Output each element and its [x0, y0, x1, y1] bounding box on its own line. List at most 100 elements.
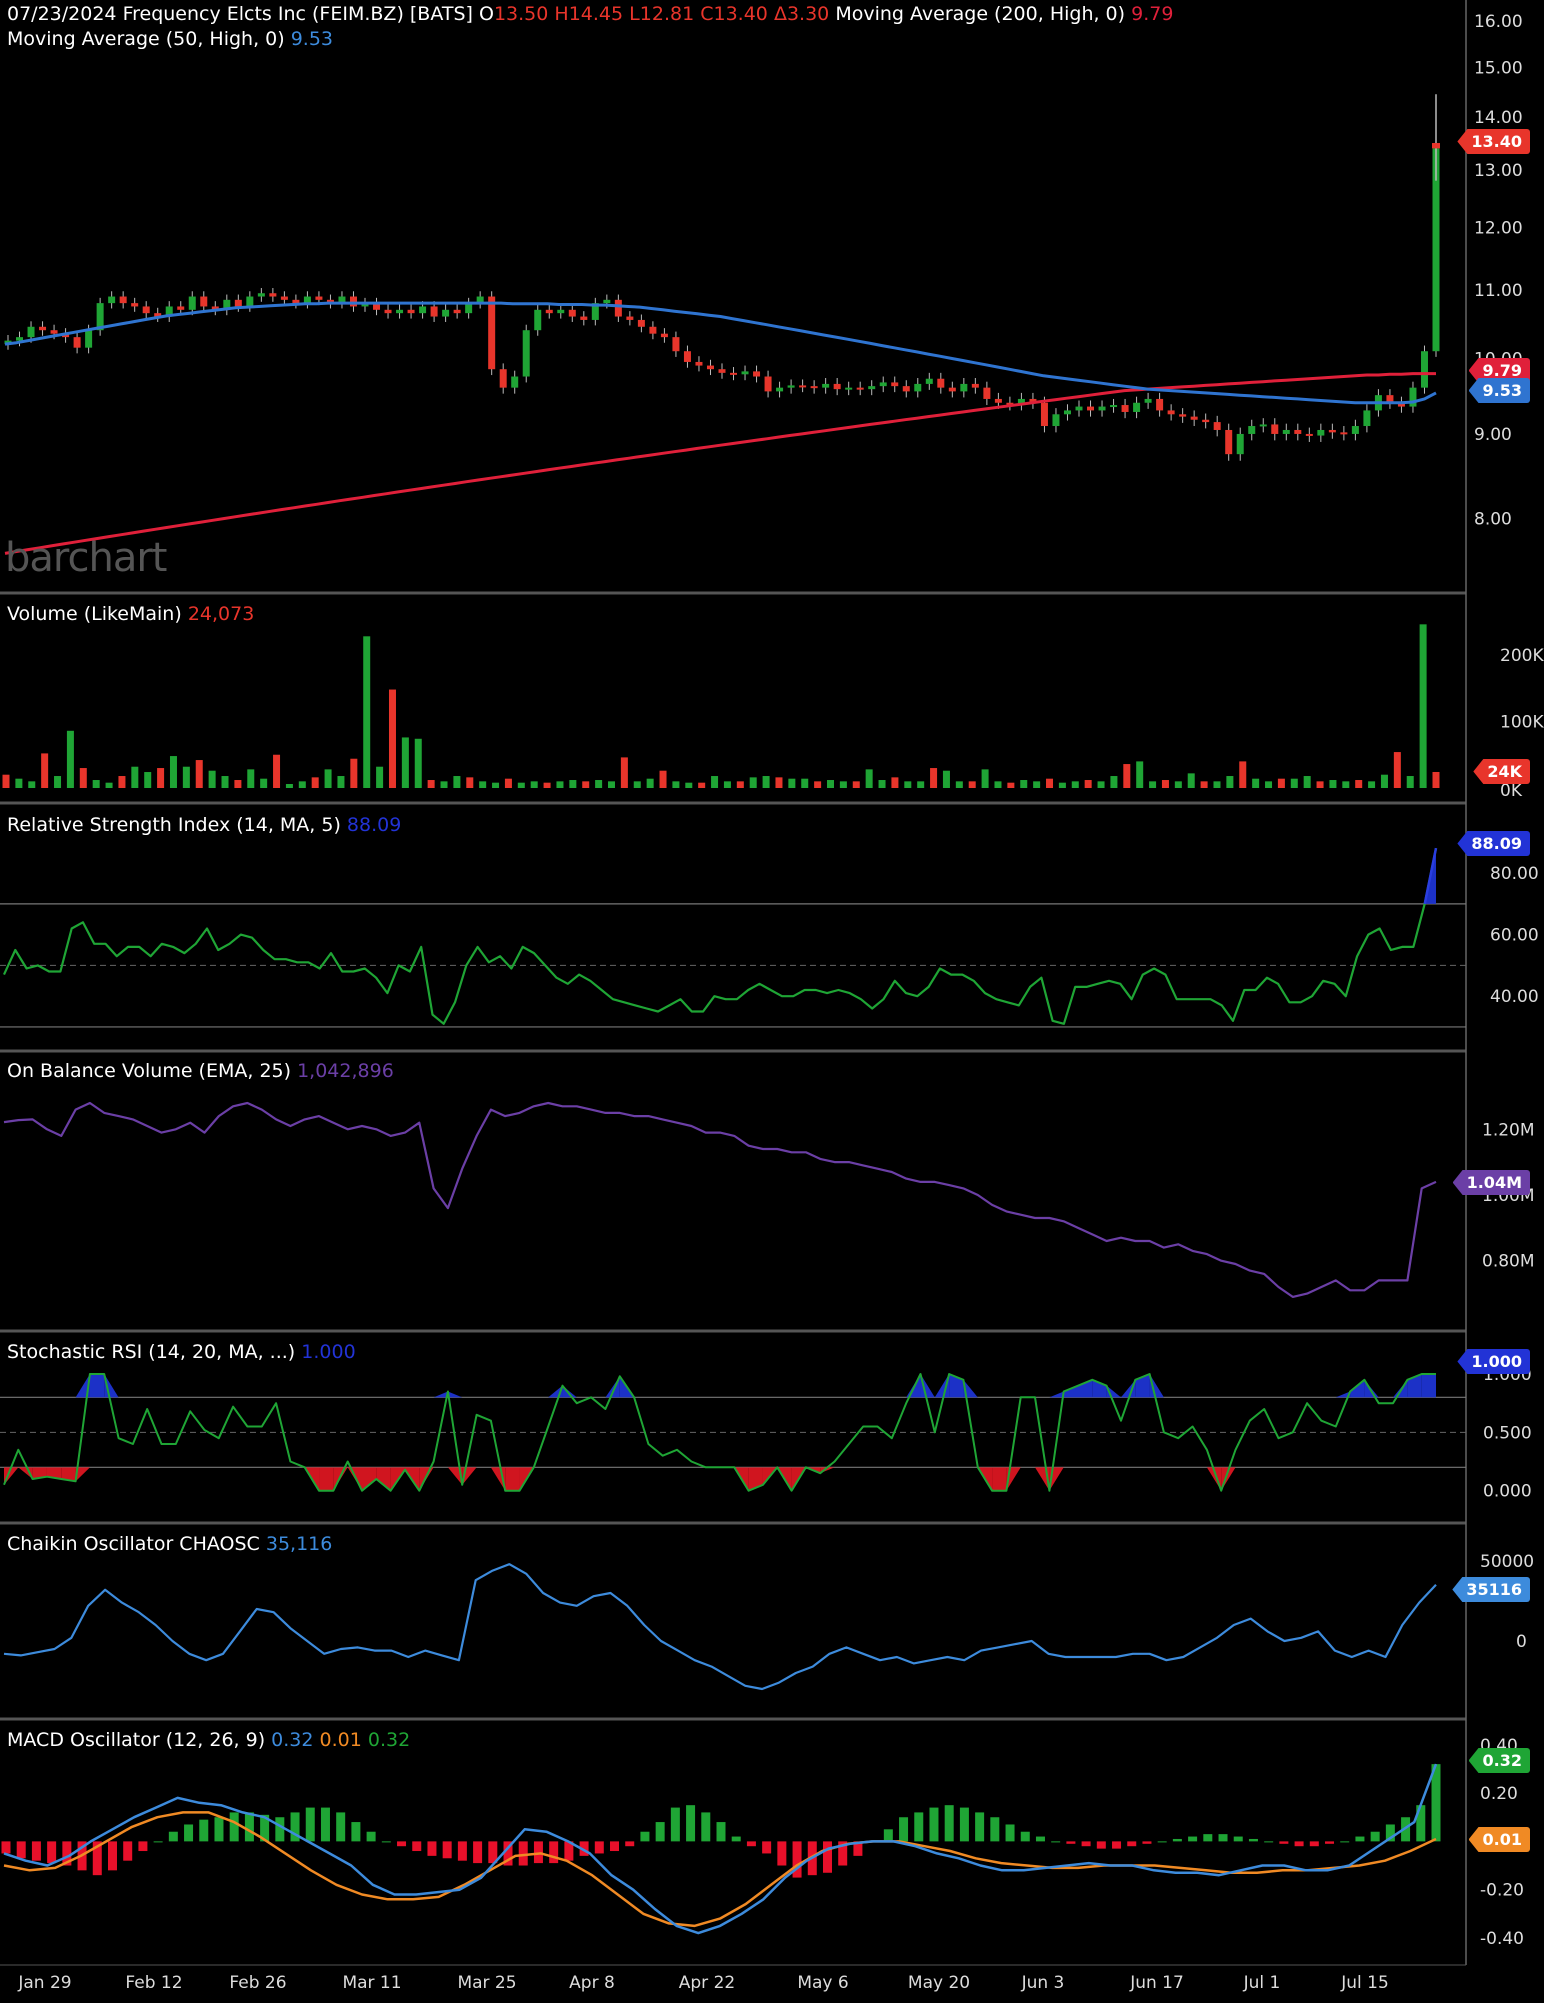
- chaikin-tag: 35116: [1452, 1577, 1530, 1602]
- candle-body: [741, 371, 749, 375]
- candle-body: [706, 365, 714, 370]
- volume-bar: [453, 776, 461, 788]
- volume-bar: [28, 781, 36, 788]
- volume-bar: [788, 778, 796, 788]
- candle-body: [649, 326, 657, 334]
- date-axis-tick: May 6: [797, 1973, 848, 1993]
- price-axis-tick: 15.00: [1474, 58, 1523, 78]
- volume-bar: [517, 782, 525, 788]
- volume-bar: [827, 780, 835, 788]
- volume-bar: [1200, 781, 1208, 788]
- candle-body: [1202, 419, 1210, 423]
- chaikin-header: Chaikin Oscillator CHAOSC 35,116: [7, 1532, 332, 1556]
- candle-body: [234, 299, 242, 307]
- candle-body: [1259, 424, 1267, 427]
- volume-bar: [749, 777, 757, 788]
- candle-body: [1156, 398, 1164, 411]
- candle-body: [488, 296, 496, 370]
- macd-histogram-bar: [640, 1831, 650, 1842]
- stochrsi-label: Stochastic RSI (14, 20, MA, ...): [7, 1341, 296, 1363]
- macd-header: MACD Oscillator (12, 26, 9) 0.32 0.01 0.…: [7, 1728, 410, 1752]
- volume-bar: [118, 776, 126, 788]
- obv-tag: 1.04M: [1452, 1170, 1530, 1195]
- macd-histogram-bar: [746, 1841, 756, 1847]
- volume-bar: [2, 774, 10, 788]
- volume-bar: [736, 781, 744, 788]
- candle-body: [683, 351, 691, 362]
- volume-bar: [298, 781, 306, 788]
- candle-body: [511, 376, 519, 388]
- volume-bar: [479, 781, 487, 788]
- macd-histogram-bar: [899, 1817, 909, 1842]
- volume-bar: [247, 769, 255, 788]
- macd-histogram-bar: [929, 1807, 939, 1842]
- candle-body: [1133, 402, 1141, 412]
- candle-body: [879, 382, 887, 387]
- volume-bar: [878, 780, 886, 788]
- macd-histogram-bar: [549, 1841, 559, 1864]
- candle-body: [534, 309, 542, 331]
- volume-bar: [1213, 781, 1221, 788]
- volume-bar: [1110, 776, 1118, 788]
- price-header: 07/23/2024 Frequency Elcts Inc (FEIM.BZ)…: [7, 2, 1173, 26]
- macd-histogram-bar: [1127, 1841, 1137, 1847]
- obv-header: On Balance Volume (EMA, 25) 1,042,896: [7, 1059, 394, 1083]
- volume-bar: [1277, 778, 1285, 788]
- macd-histogram-bar: [959, 1807, 969, 1842]
- volume-bar: [234, 780, 242, 788]
- date-axis-tick: May 20: [908, 1973, 970, 1993]
- volume-bar: [1265, 781, 1273, 788]
- volume-bar: [66, 730, 74, 788]
- volume-bar: [1406, 776, 1414, 788]
- macd-signal-tag: 0.01: [1468, 1827, 1530, 1852]
- price-axis-tick: 14.00: [1474, 108, 1523, 128]
- candle-body: [672, 337, 680, 352]
- macd-histogram-bar: [701, 1812, 711, 1842]
- barchart-watermark: barchart: [5, 535, 167, 581]
- macd-histogram-bar: [168, 1831, 178, 1842]
- macd-histogram-bar: [1066, 1841, 1076, 1844]
- macd-histogram-bar: [1203, 1834, 1213, 1842]
- candle-body: [626, 316, 634, 320]
- volume-bar: [1368, 781, 1376, 788]
- rsi-line: [3, 847, 1438, 1025]
- candle-body: [85, 330, 93, 348]
- open-label: O: [479, 3, 494, 25]
- candle-body: [856, 387, 864, 390]
- candle-body: [442, 309, 450, 317]
- macd-histogram-bar: [336, 1812, 346, 1842]
- macd-histogram-value: 0.32: [367, 1729, 411, 1751]
- candle-body: [73, 337, 81, 348]
- ma200-value: 9.79: [1131, 3, 1174, 25]
- stochrsi-axis-tick: 0.500: [1483, 1423, 1532, 1443]
- candle-body: [1225, 429, 1233, 455]
- macd-histogram-bar: [1051, 1841, 1061, 1843]
- date-axis-tick: Feb 26: [229, 1973, 286, 1993]
- candle-body: [983, 387, 991, 399]
- volume-bar: [646, 778, 654, 788]
- volume-bar: [1316, 781, 1324, 788]
- volume-axis-tick: 100K: [1500, 712, 1544, 732]
- volume-bar: [1058, 782, 1066, 788]
- volume-bar: [1355, 780, 1363, 788]
- volume-bar: [1161, 780, 1169, 788]
- candle-body: [695, 361, 703, 366]
- macd-histogram-bar: [16, 1841, 26, 1859]
- candle-body: [453, 309, 461, 314]
- macd-tag: 0.32: [1468, 1748, 1530, 1773]
- candle-body: [787, 385, 795, 388]
- rsi-axis-tick: 40.00: [1490, 987, 1539, 1007]
- high-label: H: [554, 3, 569, 25]
- macd-histogram-bar: [883, 1829, 893, 1842]
- candle-body: [396, 309, 404, 314]
- candle-body: [776, 387, 784, 392]
- macd-histogram-bar: [138, 1841, 148, 1852]
- macd-axis-tick: 0.20: [1480, 1784, 1518, 1804]
- candle-body: [1340, 432, 1348, 435]
- macd-histogram-bar: [397, 1841, 407, 1847]
- volume-bar: [1187, 773, 1195, 788]
- stochrsi-oversold-fill: [992, 1467, 1007, 1491]
- macd-histogram-bar: [1157, 1841, 1167, 1843]
- candle-body: [730, 372, 738, 375]
- macd-histogram-bar: [1325, 1841, 1335, 1844]
